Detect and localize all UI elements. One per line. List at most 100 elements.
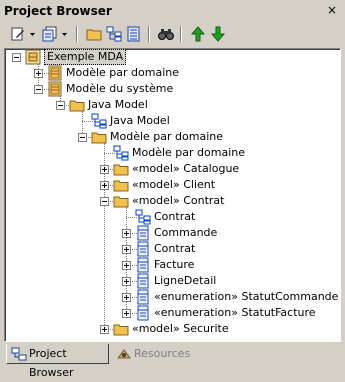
title-bar: Project Browser × [0, 0, 345, 22]
tree-node-label: «model» Catalogue [132, 162, 240, 175]
toolbar-separator [76, 26, 78, 42]
class-icon [137, 273, 149, 289]
collapse-icon[interactable] [78, 133, 87, 142]
find-button[interactable] [156, 24, 176, 44]
tree-node[interactable]: «enumeration» StatutCommande [5, 289, 340, 305]
project-tree[interactable]: Exemple MDA Modèle par domaine Modèle du s… [4, 48, 341, 342]
tree-node-label: Modèle par domaine [132, 146, 245, 159]
class-icon [137, 257, 149, 273]
tree-node[interactable]: Commande [5, 225, 340, 241]
window-title: Project Browser [4, 4, 112, 18]
tree-node-label: Modèle par domaine [66, 66, 179, 79]
folder-icon [69, 100, 85, 112]
class-icon [137, 225, 149, 241]
expand-icon[interactable] [122, 229, 131, 238]
tree-node-label: Modèle par domaine [110, 130, 223, 143]
new-element-button[interactable] [8, 24, 28, 44]
tab-label: Resources [134, 347, 191, 360]
expand-icon[interactable] [122, 261, 131, 270]
expand-icon[interactable] [122, 293, 131, 302]
tree-node[interactable]: «model» Securite [5, 321, 340, 337]
tree-node[interactable]: Modèle par domaine [5, 145, 340, 161]
diagram-icon [91, 113, 107, 129]
tree-node[interactable]: «model» Catalogue [5, 161, 340, 177]
new-element-icon [11, 27, 24, 41]
tree-node[interactable]: Exemple MDA [5, 49, 340, 65]
tab-label: Project Browser [29, 347, 74, 379]
model-icon [48, 81, 62, 97]
diagram-icon [113, 145, 129, 161]
find-icon [158, 29, 174, 40]
tree-node[interactable]: Facture [5, 257, 340, 273]
add-element-icon [106, 26, 122, 42]
new-package-icon [86, 29, 102, 41]
tree-node-label: «model» Contrat [132, 194, 225, 207]
tree-node-label: LigneDetail [154, 274, 217, 287]
move-down-icon [210, 26, 226, 42]
tree-node-label: «enumeration» StatutCommande [154, 290, 339, 303]
move-up-icon [190, 26, 206, 42]
toolbar-separator [148, 26, 150, 42]
project-browser-icon [11, 347, 27, 361]
tree-node[interactable]: «model» Client [5, 177, 340, 193]
chevron-down-icon[interactable] [62, 32, 68, 38]
tree-node-label: «model» Securite [132, 322, 229, 335]
tab-resources[interactable]: Resources [112, 344, 196, 364]
expand-icon[interactable] [34, 69, 43, 78]
expand-icon[interactable] [100, 325, 109, 334]
tree-node[interactable]: Java Model [5, 97, 340, 113]
tree-node[interactable]: Modèle du système [5, 81, 340, 97]
properties-icon [127, 26, 140, 42]
expand-icon[interactable] [100, 181, 109, 190]
tree-node-label: Modèle du système [66, 82, 174, 95]
move-up-button[interactable] [188, 24, 208, 44]
tree-node-label: Commande [154, 226, 218, 239]
panel-tabs: Project Browser Resources [4, 344, 341, 379]
expand-icon[interactable] [100, 165, 109, 174]
tree-node-label: «enumeration» StatutFacture [154, 306, 316, 319]
move-down-button[interactable] [208, 24, 228, 44]
tree-node-label: Exemple MDA [44, 49, 127, 65]
folder-icon [113, 164, 129, 176]
tree-node-label: «model» Client [132, 178, 216, 191]
properties-button[interactable] [124, 24, 144, 44]
add-diagram-icon [42, 26, 57, 42]
tree-node[interactable]: LigneDetail [5, 273, 340, 289]
tree-node[interactable]: «enumeration» StatutFacture [5, 305, 340, 321]
project-browser-window: Project Browser × Exemple MDA Modèle par… [0, 0, 345, 379]
tree-node[interactable]: Modèle par domaine [5, 129, 340, 145]
tree-node[interactable]: Java Model [5, 113, 340, 129]
class-icon [137, 241, 149, 257]
folder-icon [113, 180, 129, 192]
expand-icon[interactable] [122, 277, 131, 286]
tree-node-label: Facture [154, 258, 195, 271]
add-diagram-button[interactable] [40, 24, 60, 44]
class-icon [137, 305, 149, 321]
class-icon [137, 289, 149, 305]
chevron-down-icon[interactable] [30, 32, 36, 38]
tree-node[interactable]: Modèle par domaine [5, 65, 340, 81]
resources-icon [117, 349, 131, 359]
collapse-icon[interactable] [100, 197, 109, 206]
tree-node[interactable]: Contrat [5, 209, 340, 225]
diagram-icon [135, 209, 151, 225]
folder-icon [113, 196, 129, 208]
close-button[interactable]: × [325, 3, 339, 17]
tab-project-browser[interactable]: Project Browser [6, 344, 109, 379]
expand-icon[interactable] [122, 309, 131, 318]
model-icon [48, 65, 62, 81]
collapse-icon[interactable] [56, 101, 65, 110]
folder-icon [91, 132, 107, 144]
tree-node-label: Contrat [154, 210, 196, 223]
tree-node[interactable]: «model» Contrat [5, 193, 340, 209]
expand-icon[interactable] [122, 245, 131, 254]
add-element-button[interactable] [104, 24, 124, 44]
tree-node-label: Java Model [110, 114, 170, 127]
tree-node-label: Java Model [88, 98, 148, 111]
new-package-button[interactable] [84, 24, 104, 44]
collapse-icon[interactable] [34, 85, 43, 94]
collapse-icon[interactable] [12, 53, 21, 62]
toolbar [6, 24, 339, 46]
root-model-icon [25, 49, 41, 65]
tree-node[interactable]: Contrat [5, 241, 340, 257]
